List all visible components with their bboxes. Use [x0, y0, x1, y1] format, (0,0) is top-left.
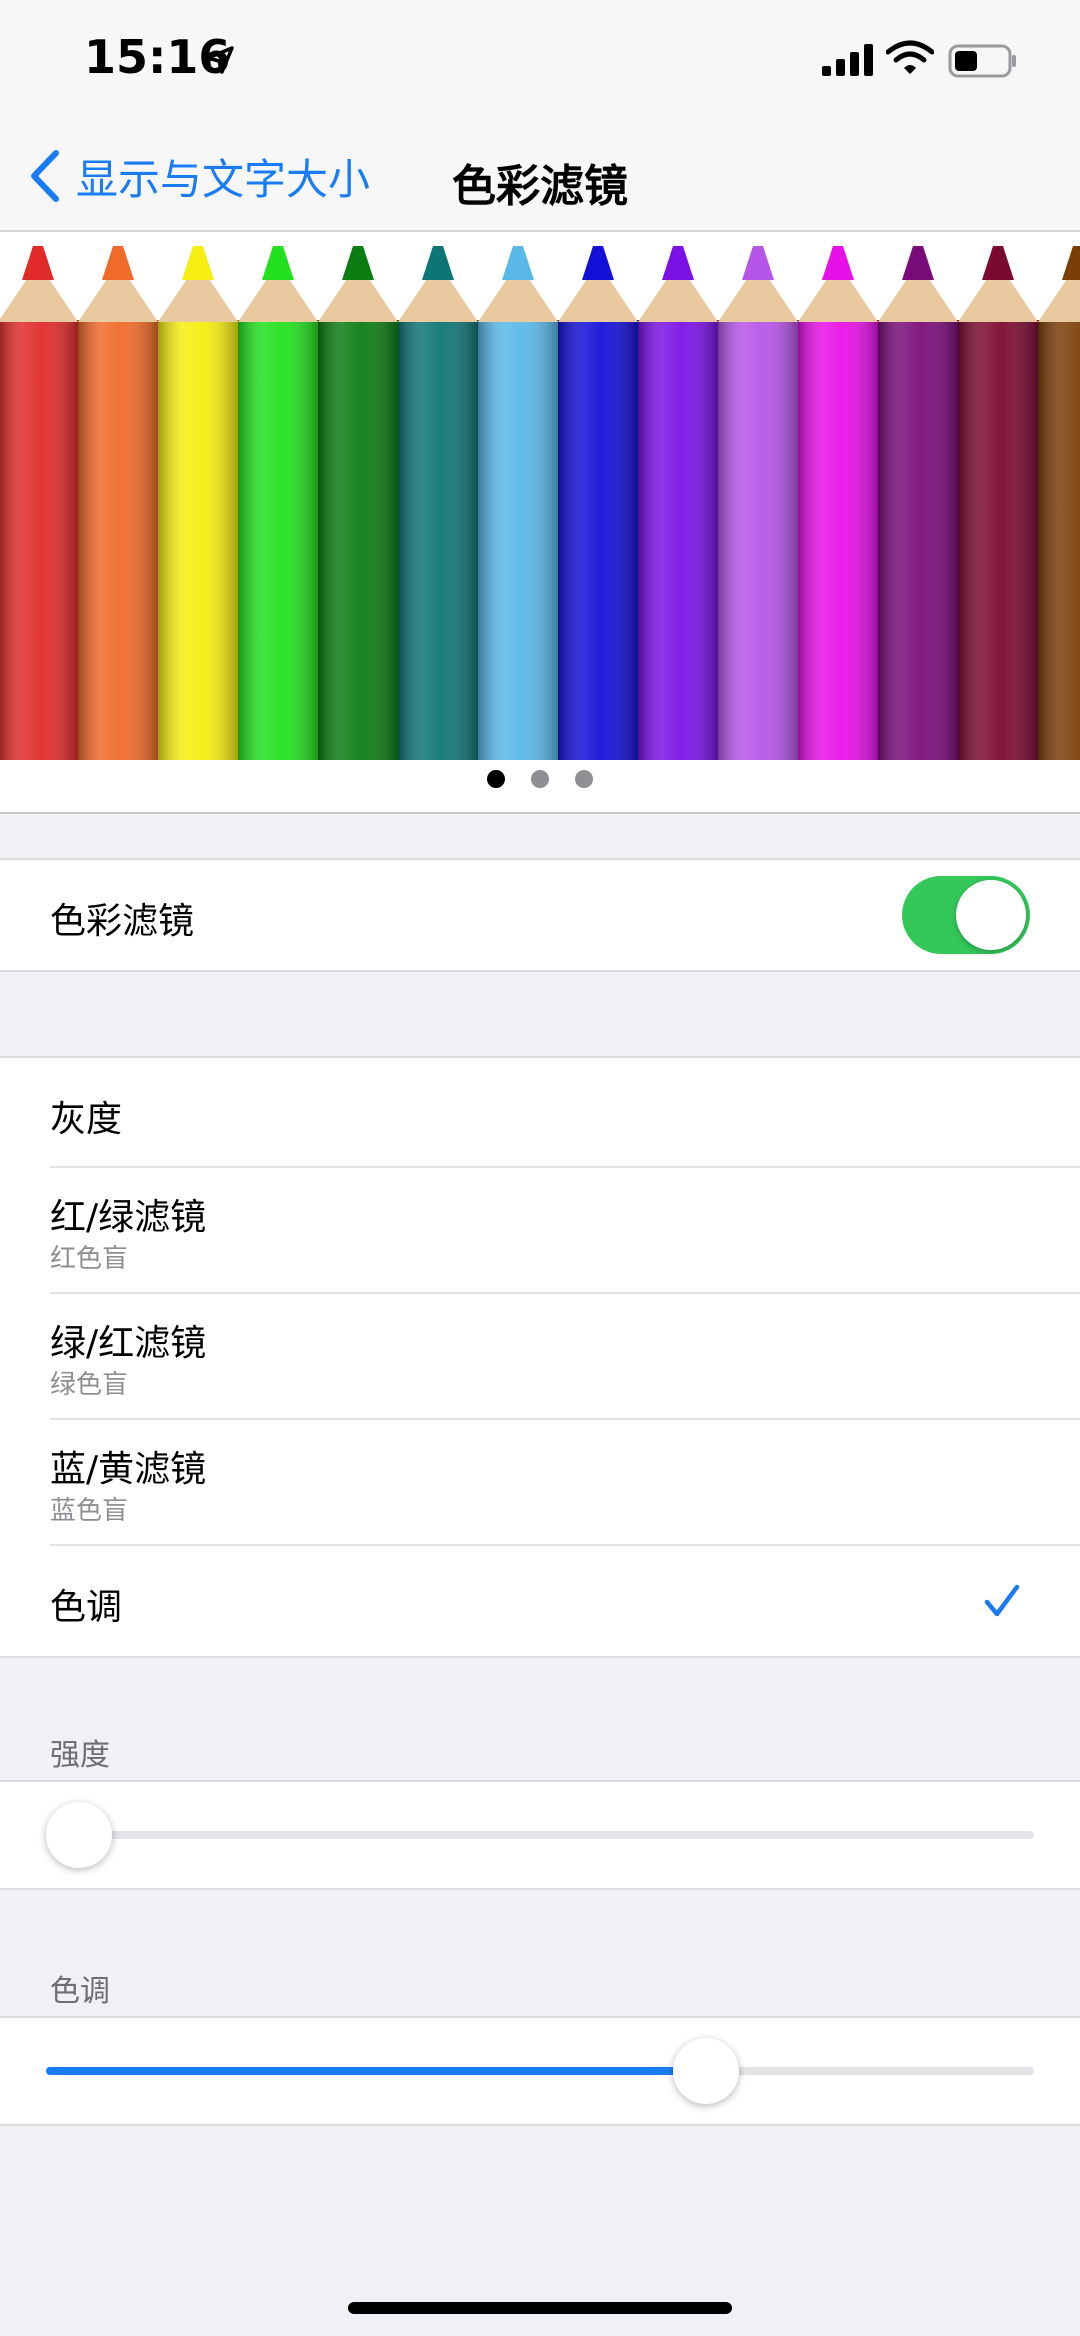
filter-option-label: 蓝/黄滤镜 — [50, 1449, 207, 1490]
hue-slider-thumb[interactable] — [672, 2038, 739, 2104]
filter-option-label: 绿/红滤镜 — [50, 1323, 207, 1364]
hue-header: 色调 — [50, 1974, 110, 2009]
checkmark-icon — [984, 1584, 1020, 1617]
filter-option-tritanopia[interactable]: 蓝/黄滤镜 蓝色盲 — [0, 1420, 1080, 1546]
filter-option-label: 灰度 — [50, 1099, 123, 1140]
color-filters-label: 色彩滤镜 — [50, 901, 195, 942]
pencil — [78, 246, 159, 760]
pencil — [398, 246, 479, 760]
pencil — [878, 246, 959, 760]
intensity-header: 强度 — [50, 1738, 110, 1773]
pencil — [638, 246, 719, 760]
home-indicator — [348, 2302, 732, 2314]
pencil — [318, 246, 399, 760]
pencil — [0, 246, 79, 760]
chevron-left-icon — [31, 150, 59, 202]
filter-option-protanopia[interactable]: 红/绿滤镜 红色盲 — [0, 1168, 1080, 1294]
navigation-bar: 显示与文字大小 色彩滤镜 — [0, 120, 1080, 232]
back-button[interactable]: 显示与文字大小 — [28, 146, 370, 206]
status-bar: 15:16 — [0, 0, 1080, 120]
location-arrow-icon — [206, 46, 234, 74]
battery-icon — [948, 44, 1016, 78]
pencil — [958, 246, 1039, 760]
pencil — [558, 246, 639, 760]
filter-option-color-tint[interactable]: 色调 — [0, 1546, 1080, 1656]
page-indicator[interactable] — [0, 770, 1080, 794]
filter-option-grayscale[interactable]: 灰度 — [0, 1058, 1080, 1168]
page-title: 色彩滤镜 — [452, 161, 628, 212]
pencil — [478, 246, 559, 760]
filter-option-subtitle: 红色盲 — [50, 1244, 129, 1274]
filter-option-label: 红/绿滤镜 — [50, 1197, 207, 1238]
page-dot[interactable] — [575, 770, 593, 788]
intensity-slider-row — [0, 1780, 1080, 1890]
filter-option-subtitle: 绿色盲 — [50, 1370, 129, 1400]
filter-options-list: 灰度 红/绿滤镜 红色盲 绿/红滤镜 绿色盲 蓝/黄滤镜 蓝色盲 色调 — [0, 1056, 1080, 1658]
pencil — [238, 246, 319, 760]
preview-carousel[interactable] — [0, 232, 1080, 814]
pencil — [158, 246, 239, 760]
intensity-slider-track[interactable] — [46, 1831, 1034, 1839]
pencil — [718, 246, 799, 760]
pencil — [798, 246, 879, 760]
page-dot[interactable] — [531, 770, 549, 788]
pencil — [1038, 246, 1080, 760]
cellular-signal-icon — [822, 44, 873, 76]
hue-slider-row — [0, 2016, 1080, 2126]
color-filters-row: 色彩滤镜 — [0, 860, 1080, 970]
page-dot[interactable] — [487, 770, 505, 788]
filter-option-deuteranopia[interactable]: 绿/红滤镜 绿色盲 — [0, 1294, 1080, 1420]
wifi-icon — [886, 40, 934, 74]
hue-slider-fill — [46, 2067, 718, 2075]
intensity-slider-thumb[interactable] — [46, 1802, 112, 1868]
hue-slider-track[interactable] — [46, 2067, 1034, 2075]
color-filters-toggle-group: 色彩滤镜 — [0, 858, 1080, 972]
filter-option-label: 色调 — [50, 1587, 123, 1628]
switch-knob — [956, 880, 1026, 950]
filter-option-subtitle: 蓝色盲 — [50, 1496, 129, 1526]
back-button-label: 显示与文字大小 — [76, 154, 371, 204]
color-filters-switch[interactable] — [902, 876, 1030, 954]
